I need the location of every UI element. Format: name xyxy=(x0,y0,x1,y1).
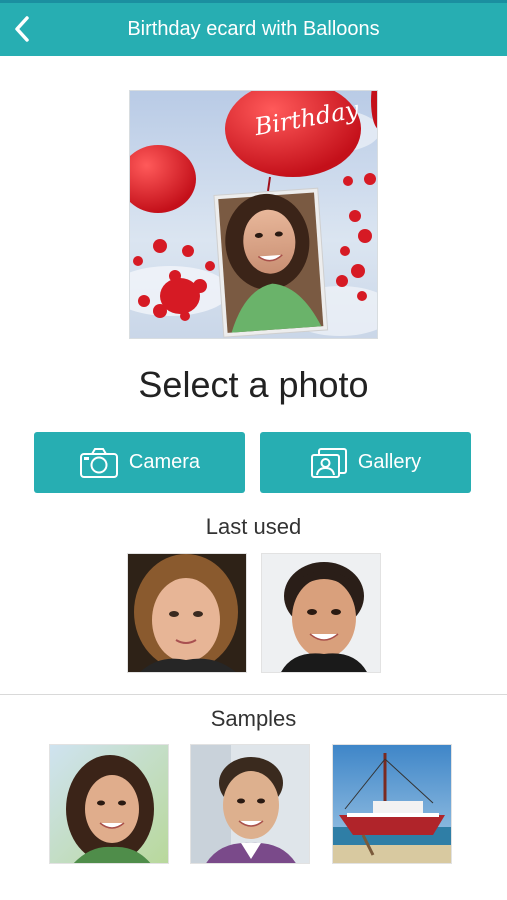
last-used-photo-man[interactable] xyxy=(261,553,381,673)
top-bar: Birthday ecard with Balloons xyxy=(0,0,507,56)
camera-icon xyxy=(79,447,118,478)
select-photo-heading: Select a photo xyxy=(138,364,369,405)
ecard-preview: Birthday xyxy=(129,90,378,339)
page-title: Birthday ecard with Balloons xyxy=(127,18,380,40)
sample-photo-girl[interactable] xyxy=(49,744,169,864)
section-divider xyxy=(0,694,507,695)
gallery-icon xyxy=(310,447,347,478)
camera-label: Camera xyxy=(128,451,201,473)
sample-photo-boat[interactable] xyxy=(332,744,452,864)
gallery-button[interactable]: Gallery xyxy=(260,432,471,493)
gallery-label: Gallery xyxy=(357,451,422,473)
last-used-heading: Last used xyxy=(205,514,302,539)
samples-heading: Samples xyxy=(210,706,297,731)
last-used-photo-woman[interactable] xyxy=(127,553,247,673)
camera-button[interactable]: Camera xyxy=(34,432,245,493)
sample-photo-man[interactable] xyxy=(190,744,310,864)
